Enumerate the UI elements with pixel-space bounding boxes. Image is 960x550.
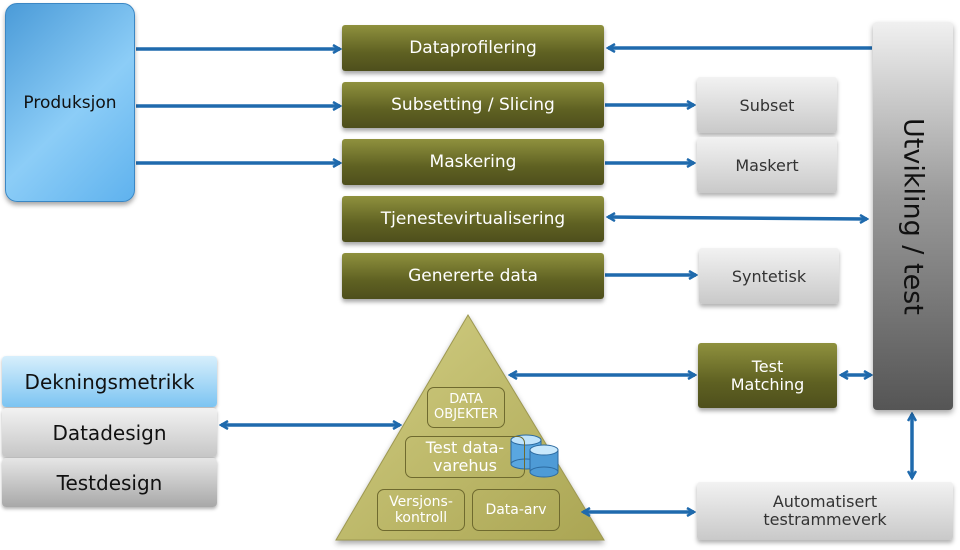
design-stack-item: Datadesign [2, 408, 217, 457]
process-label: Tjenestevirtualisering [380, 209, 566, 229]
matching-label: Test Matching [730, 356, 805, 394]
output-label: Maskert [735, 155, 799, 175]
process-label: Genererte data [408, 266, 538, 286]
pyramid-bottom-left-box: Versjons-kontroll [377, 489, 465, 531]
framework-box: Automatisert testrammeverk [697, 482, 953, 540]
process-box: Subsetting / Slicing [342, 82, 604, 128]
stack-label: Testdesign [56, 470, 163, 495]
output-box: Syntetisk [699, 248, 839, 304]
output-label: Subset [739, 95, 795, 115]
process-box: Dataprofilering [342, 25, 604, 71]
process-box: Tjenestevirtualisering [342, 196, 604, 242]
framework-label: Automatisert testrammeverk [763, 492, 887, 529]
target-utvikling-test: Utvikling / test [873, 22, 953, 410]
source-produksjon: Produksjon [5, 3, 135, 202]
process-box: Genererte data [342, 253, 604, 299]
target-label: Utvikling / test [897, 117, 929, 315]
pyramid-middle-box: Test data-varehus [405, 436, 525, 478]
pyramid-top-box: DATA OBJEKTER [427, 387, 505, 428]
design-stack-item: Testdesign [2, 458, 217, 507]
process-label: Subsetting / Slicing [391, 95, 555, 115]
output-box: Maskert [697, 137, 837, 193]
stack-label: Dekningsmetrikk [24, 369, 195, 394]
process-label: Maskering [429, 152, 517, 172]
test-matching-box: Test Matching [698, 343, 837, 408]
pyramid-bottom-right-box: Data-arv [472, 489, 560, 531]
source-label: Produksjon [23, 92, 117, 113]
pyramid-bottom-left-label: Versjons-kontroll [389, 493, 453, 526]
stack-label: Datadesign [52, 420, 167, 445]
pyramid-bottom-right-label: Data-arv [485, 501, 547, 518]
pyramid-top-label: DATA OBJEKTER [434, 391, 498, 422]
process-label: Dataprofilering [409, 38, 537, 58]
output-label: Syntetisk [731, 266, 807, 286]
design-stack-item: Dekningsmetrikk [2, 356, 217, 407]
process-box: Maskering [342, 139, 604, 185]
double-arrow [608, 217, 867, 219]
pyramid-middle-label: Test data-varehus [425, 437, 505, 475]
output-box: Subset [697, 77, 837, 133]
